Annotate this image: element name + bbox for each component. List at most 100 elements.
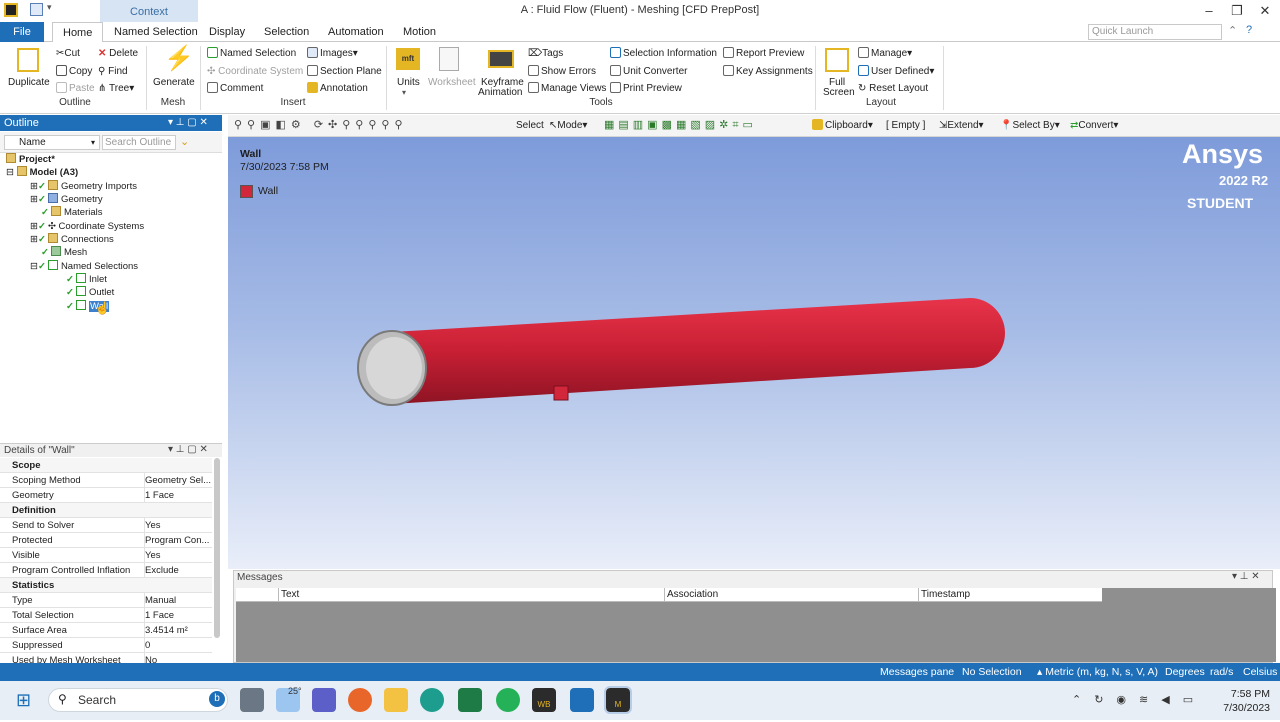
details-value[interactable]: 1 Face — [144, 608, 212, 623]
show-errors-button[interactable]: Show Errors — [528, 65, 596, 79]
details-row[interactable]: Geometry 1 Face — [0, 488, 212, 503]
tree-item-coordinate-systems[interactable]: ⊞✓ ✣ Coordinate Systems — [30, 220, 144, 233]
tags-button[interactable]: ⌦Tags — [528, 47, 563, 61]
delete-button[interactable]: ✕ Delete — [98, 47, 138, 61]
whatsapp-icon[interactable] — [496, 688, 520, 712]
units-dropdown-icon[interactable]: ▾ — [402, 88, 406, 97]
section-plane-button[interactable]: Section Plane — [307, 65, 382, 79]
tab-display[interactable]: Display — [199, 22, 255, 42]
selection-information-button[interactable]: Selection Information — [610, 47, 717, 61]
details-row[interactable]: Suppressed 0 — [0, 638, 212, 653]
meshing-app-icon[interactable]: M — [604, 686, 632, 714]
pipe-model[interactable] — [350, 290, 1020, 415]
taskbar-search[interactable] — [48, 688, 228, 712]
outline-name-select[interactable]: Name ▾ — [4, 135, 100, 150]
tree-button[interactable]: ⋔ Tree▾ — [98, 82, 134, 96]
unit-converter-button[interactable]: Unit Converter — [610, 65, 687, 79]
tree-item-mesh[interactable]: ✓ Mesh — [41, 246, 87, 259]
messages-pane-controls[interactable]: ▾ ⊥ ✕ — [1232, 571, 1260, 582]
clock-time[interactable]: 7:58 PM — [1224, 688, 1270, 700]
details-row[interactable]: Visible Yes — [0, 548, 212, 563]
details-section-row[interactable]: Statistics — [0, 578, 212, 593]
report-preview-button[interactable]: Report Preview — [723, 47, 804, 61]
selection-filter-icons[interactable]: ▦▤▥▣▩▦▧▨✲⌗▭ — [604, 118, 757, 132]
windows-start-icon[interactable]: ⊞ — [16, 690, 31, 710]
tray-icons[interactable]: ⌃↻◉≋◀▭ — [1072, 693, 1206, 706]
details-value[interactable]: Program Con... — [144, 533, 212, 548]
reset-layout-button[interactable]: ↻ Reset Layout — [858, 82, 928, 96]
outline-pane-controls[interactable]: ▾ ⊥ ▢ ✕ — [168, 115, 222, 131]
animation-label[interactable]: Animation — [478, 86, 522, 100]
tree-item-project[interactable]: Project* — [6, 153, 55, 166]
details-row[interactable]: Scoping Method Geometry Sel... — [0, 473, 212, 488]
outline-search-input[interactable]: Search Outline — [102, 135, 176, 150]
find-button[interactable]: ⚲ Find — [98, 65, 128, 79]
details-row[interactable]: Send to Solver Yes — [0, 518, 212, 533]
details-row[interactable]: Protected Program Con... — [0, 533, 212, 548]
tab-file[interactable]: File — [0, 22, 44, 42]
coordinate-system-button[interactable]: ✣ Coordinate System — [207, 65, 303, 79]
filter-icon[interactable]: ⌄ — [180, 135, 189, 148]
copy-button[interactable]: Copy — [56, 65, 92, 79]
file-explorer-icon[interactable] — [384, 688, 408, 712]
tab-motion[interactable]: Motion — [393, 22, 446, 42]
details-value[interactable]: 0 — [144, 638, 212, 653]
minimize-button[interactable]: – — [1198, 2, 1220, 20]
clipboard-button[interactable]: Clipboard▾ — [812, 119, 873, 133]
col-association[interactable]: Association — [664, 588, 718, 602]
units-button[interactable]: Units — [397, 76, 420, 90]
cut-button[interactable]: ✂Cut — [56, 47, 80, 61]
screen-label[interactable]: Screen — [823, 86, 855, 100]
details-section-row[interactable]: Definition — [0, 503, 212, 518]
collapse-ribbon-icon[interactable]: ⌃ — [1228, 24, 1237, 37]
details-row[interactable]: Type Manual — [0, 593, 212, 608]
col-timestamp[interactable]: Timestamp — [918, 588, 970, 602]
details-row[interactable]: Program Controlled Inflation Exclude — [0, 563, 212, 578]
pipe-wall[interactable] — [392, 298, 1005, 404]
convert-button[interactable]: ⇄Convert▾ — [1070, 119, 1118, 133]
key-assignments-button[interactable]: Key Assignments — [723, 65, 813, 79]
tree-item-connections[interactable]: ⊞✓ Connections — [30, 233, 114, 246]
manage-button[interactable]: Manage▾ — [858, 47, 912, 61]
details-value[interactable]: Yes — [144, 548, 212, 563]
named-selection-button[interactable]: Named Selection — [207, 47, 296, 61]
clock-date[interactable]: 7/30/2023 — [1210, 702, 1270, 714]
tab-named-selection[interactable]: Named Selection — [104, 22, 208, 42]
messages-pane-status[interactable]: Messages pane — [880, 666, 954, 678]
select-button[interactable]: Select — [516, 119, 544, 133]
tree-item-inlet[interactable]: ✓ Inlet — [66, 273, 107, 286]
details-scrollbar[interactable] — [214, 458, 220, 638]
extend-button[interactable]: ⇲Extend▾ — [939, 119, 984, 133]
generate-button[interactable]: Generate — [153, 76, 195, 90]
tree-item-outlet[interactable]: ✓ Outlet — [66, 286, 114, 299]
details-value[interactable]: Manual — [144, 593, 212, 608]
details-value[interactable]: Yes — [144, 518, 212, 533]
task-view-icon[interactable] — [240, 688, 264, 712]
quick-launch-input[interactable]: Quick Launch — [1088, 24, 1222, 40]
view-tool-icons[interactable]: ⚲⚲▣◧⚙ ⟳✣⚲⚲⚲⚲⚲ — [234, 118, 408, 131]
bing-icon[interactable]: b — [209, 691, 225, 707]
excel-icon[interactable] — [458, 688, 482, 712]
duplicate-button[interactable]: Duplicate — [8, 76, 50, 90]
annotation-button[interactable]: Annotation — [307, 82, 368, 96]
tab-automation[interactable]: Automation — [318, 22, 394, 42]
units-status[interactable]: ▴ Metric (m, kg, N, s, V, A) — [1037, 666, 1158, 678]
details-value[interactable]: Exclude — [144, 563, 212, 578]
workbench-icon[interactable]: WB — [532, 688, 556, 712]
details-section-row[interactable]: Scope — [0, 458, 212, 473]
details-value[interactable]: 1 Face — [144, 488, 212, 503]
details-pane-controls[interactable]: ▾ ⊥ ▢ ✕ — [168, 443, 222, 457]
col-text[interactable]: Text — [278, 588, 299, 602]
comment-button[interactable]: Comment — [207, 82, 263, 96]
help-icon[interactable]: ? — [1246, 24, 1252, 36]
tree-item-named-selections[interactable]: ⊟✓ Named Selections — [30, 260, 138, 273]
worksheet-button[interactable]: Worksheet — [428, 76, 476, 90]
details-row[interactable]: Used by Mesh Worksheet No — [0, 653, 212, 663]
manage-views-button[interactable]: Manage Views — [528, 82, 606, 96]
select-by-button[interactable]: 📍Select By▾ — [1000, 119, 1060, 133]
tab-home[interactable]: Home — [52, 22, 104, 43]
tree-item-geometry-imports[interactable]: ⊞✓ Geometry Imports — [30, 180, 137, 193]
tree-item-model[interactable]: ⊟ Model (A3) — [6, 166, 78, 179]
print-preview-button[interactable]: Print Preview — [610, 82, 682, 96]
user-defined-button[interactable]: User Defined▾ — [858, 65, 934, 79]
